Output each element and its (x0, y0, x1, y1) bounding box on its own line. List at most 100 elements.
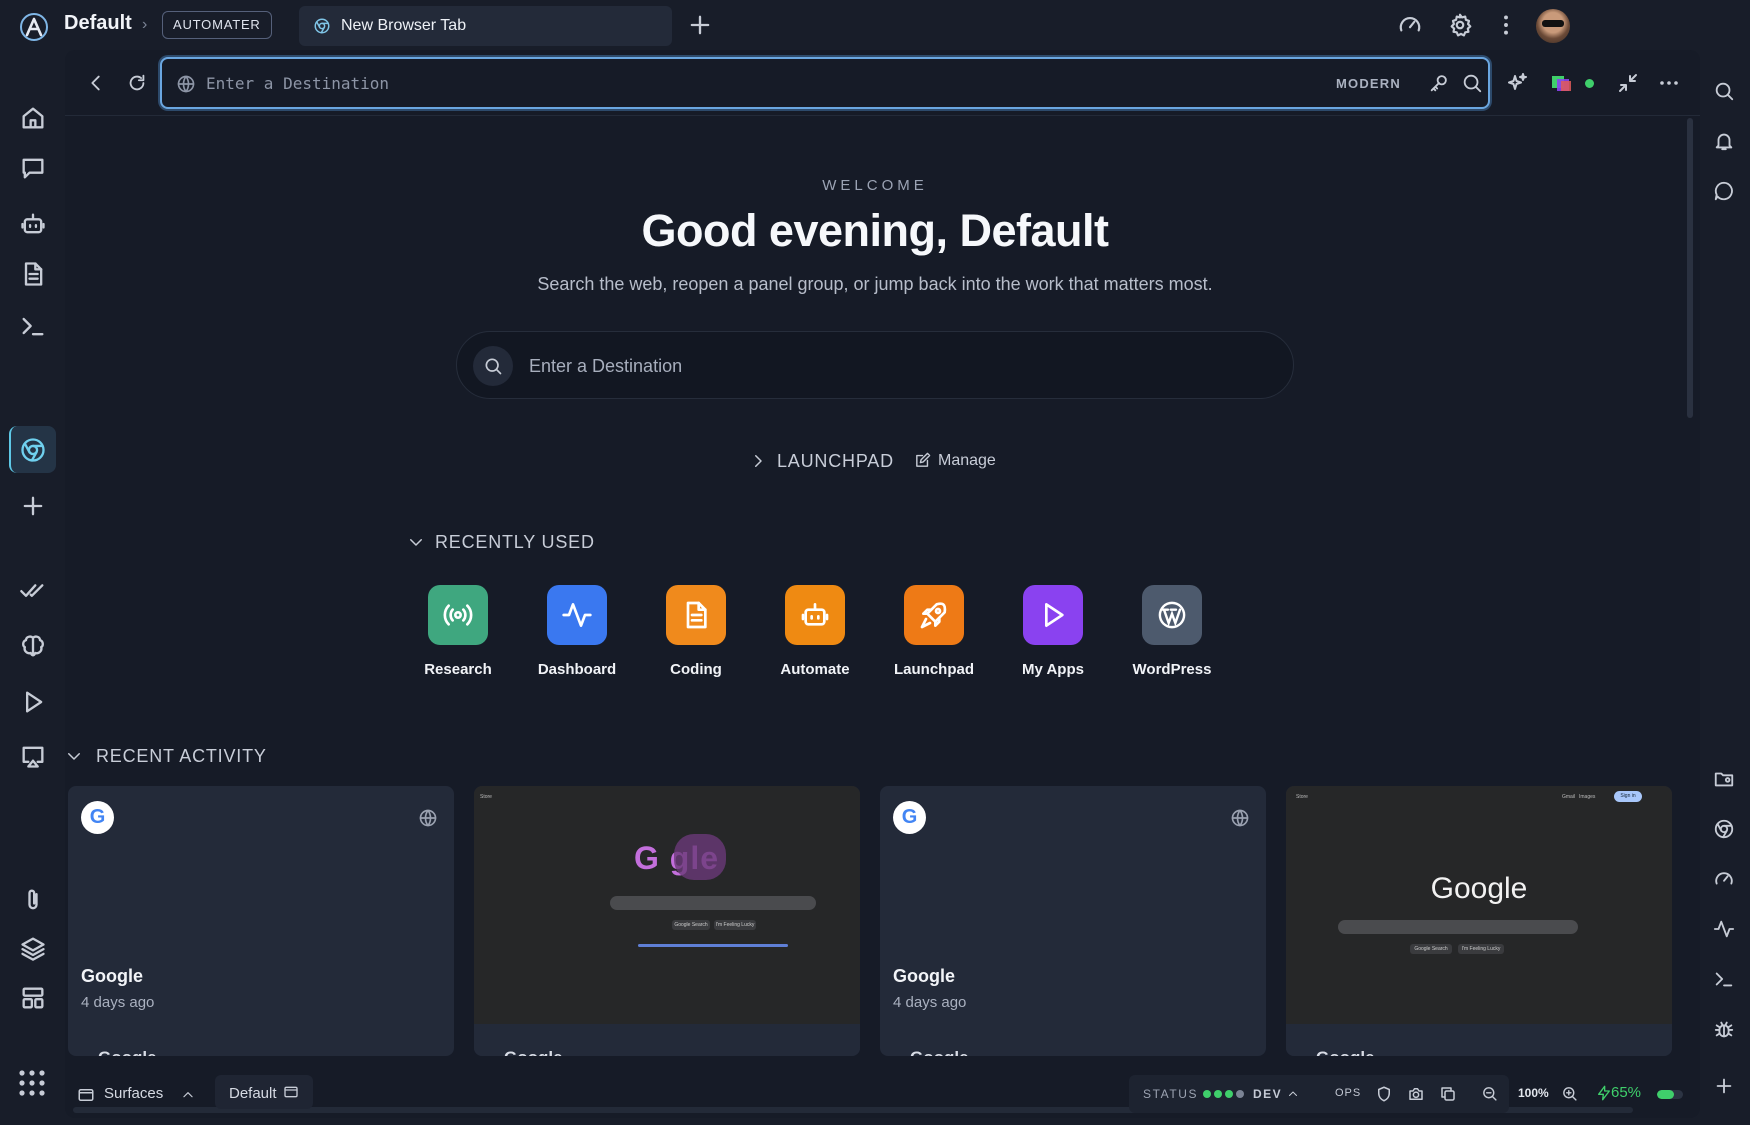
workspace-switcher[interactable]: Default (215, 1075, 313, 1109)
battery-percent: 65% (1611, 1084, 1642, 1101)
browser-icon (313, 17, 331, 35)
app-automate[interactable]: Automate (765, 585, 865, 678)
shield-icon[interactable] (1375, 1085, 1393, 1103)
app-my-apps[interactable]: My Apps (1003, 585, 1103, 678)
terminal-icon[interactable] (1713, 968, 1737, 992)
right-sidebar (1700, 50, 1750, 1125)
card-title: Google (893, 966, 955, 986)
chrome-icon[interactable] (1713, 818, 1737, 842)
attachment-icon[interactable] (19, 886, 47, 914)
terminal-icon[interactable] (19, 312, 47, 340)
card-next-title: Google (98, 1048, 157, 1056)
lightning-icon (1598, 1085, 1610, 1101)
ai-sparkle-icon[interactable] (1505, 71, 1529, 95)
double-check-icon[interactable] (19, 576, 47, 604)
tab-new-browser-tab[interactable]: New Browser Tab (299, 6, 672, 46)
destination-search-input[interactable]: Enter a Destination (456, 331, 1294, 399)
brain-icon[interactable] (19, 632, 47, 660)
document-icon[interactable] (19, 260, 47, 288)
pulse-icon (562, 603, 592, 627)
app-tile (785, 585, 845, 645)
workspace-badge[interactable]: AUTOMATER (162, 11, 272, 39)
app-wordpress[interactable]: WordPress (1122, 585, 1222, 678)
page-title: Good evening, Default (641, 205, 1109, 256)
app-launchpad[interactable]: Launchpad (884, 585, 984, 678)
search-icon[interactable] (1713, 80, 1737, 104)
chevron-right-icon (749, 452, 767, 470)
zoom-in-icon[interactable] (1561, 1085, 1578, 1102)
key-icon[interactable] (1428, 72, 1450, 94)
activity-card[interactable]: Store G gle Google Search I'm Feeling Lu… (474, 786, 860, 1056)
browser-mode-toggle[interactable]: MODERN (1336, 76, 1401, 91)
back-arrow-icon[interactable] (85, 72, 107, 94)
color-swatch-icon[interactable] (1552, 74, 1574, 92)
app-logo-icon[interactable] (18, 11, 50, 43)
zoom-out-icon[interactable] (1481, 1085, 1498, 1102)
app-launcher-grid-icon[interactable] (17, 1068, 47, 1098)
more-horizontal-icon[interactable] (1657, 71, 1681, 95)
more-vertical-icon[interactable] (1493, 12, 1519, 38)
camera-icon[interactable] (1407, 1085, 1425, 1103)
card-next-title: Google (910, 1048, 969, 1056)
bell-icon[interactable] (1713, 130, 1737, 154)
url-input[interactable]: Enter a Destination MODERN (160, 57, 1490, 109)
activity-pulse-icon[interactable] (1713, 918, 1737, 942)
copy-icon[interactable] (1439, 1085, 1457, 1103)
app-label: Launchpad (893, 661, 974, 678)
bug-icon[interactable] (1713, 1018, 1737, 1042)
cast-screen-icon[interactable] (19, 742, 47, 770)
title-bar: Default › AUTOMATER New Browser Tab (0, 0, 1750, 50)
folder-user-icon[interactable] (1713, 768, 1737, 792)
vertical-scrollbar[interactable] (1687, 118, 1693, 418)
layers-icon[interactable] (19, 934, 47, 962)
add-icon[interactable] (19, 492, 47, 520)
new-tab-button[interactable] (686, 11, 714, 39)
user-avatar[interactable] (1536, 9, 1570, 43)
workspace-title[interactable]: Default (64, 12, 132, 35)
minimize-arrows-icon[interactable] (1616, 71, 1640, 95)
card-next-title: Google (1316, 1048, 1375, 1056)
chevron-down-icon (65, 747, 83, 765)
activity-card[interactable]: G Google 4 days ago Google (68, 786, 454, 1056)
thumb-store-link: Store (480, 794, 492, 800)
welcome-eyebrow: WELCOME (822, 177, 928, 194)
thumb-store-link: Store (1296, 794, 1308, 800)
reload-icon[interactable] (126, 72, 148, 94)
home-icon[interactable] (19, 104, 47, 132)
thumb-search-bar (610, 896, 816, 910)
settings-gear-icon[interactable] (1447, 12, 1473, 38)
status-dot (1225, 1090, 1233, 1098)
activity-card[interactable]: Store Gmail Images Sign in Google Google… (1286, 786, 1672, 1056)
app-research[interactable]: Research (408, 585, 508, 678)
app-dashboard[interactable]: Dashboard (527, 585, 627, 678)
activity-card[interactable]: G Google 4 days ago Google (880, 786, 1266, 1056)
calendar-window-icon (284, 1086, 298, 1098)
play-icon[interactable] (19, 688, 47, 716)
gauge-icon[interactable] (1713, 868, 1737, 892)
thumb-sign-in-button: Sign in (1614, 791, 1642, 802)
zoom-level[interactable]: 100% (1518, 1086, 1549, 1100)
ops-button[interactable]: OPS (1335, 1087, 1361, 1099)
workspace-label: Default (229, 1085, 277, 1102)
robot-icon (801, 603, 829, 626)
new-tab-page: WELCOME Good evening, Default Search the… (65, 117, 1685, 1118)
layout-grid-icon[interactable] (19, 984, 47, 1012)
search-button[interactable] (473, 346, 513, 386)
speed-gauge-icon[interactable] (1397, 12, 1423, 38)
browser-icon[interactable] (19, 436, 47, 464)
thumb-images-link: Images (1579, 794, 1596, 800)
environment-dropdown[interactable]: DEV (1253, 1087, 1282, 1101)
thumb-lucky-button: I'm Feeling Lucky (1458, 944, 1504, 954)
chat-icon[interactable] (19, 154, 47, 182)
search-icon[interactable] (1461, 72, 1483, 94)
app-coding[interactable]: Coding (646, 585, 746, 678)
app-tile (1023, 585, 1083, 645)
page-subtitle: Search the web, reopen a panel group, or… (537, 274, 1213, 294)
thumb-promo-line (638, 944, 788, 947)
globe-icon (418, 808, 438, 828)
robot-icon[interactable] (19, 210, 47, 238)
card-timestamp: 4 days ago (81, 994, 155, 1011)
add-icon[interactable] (1713, 1075, 1737, 1099)
message-icon[interactable] (1713, 180, 1737, 204)
status-dot (1214, 1090, 1222, 1098)
